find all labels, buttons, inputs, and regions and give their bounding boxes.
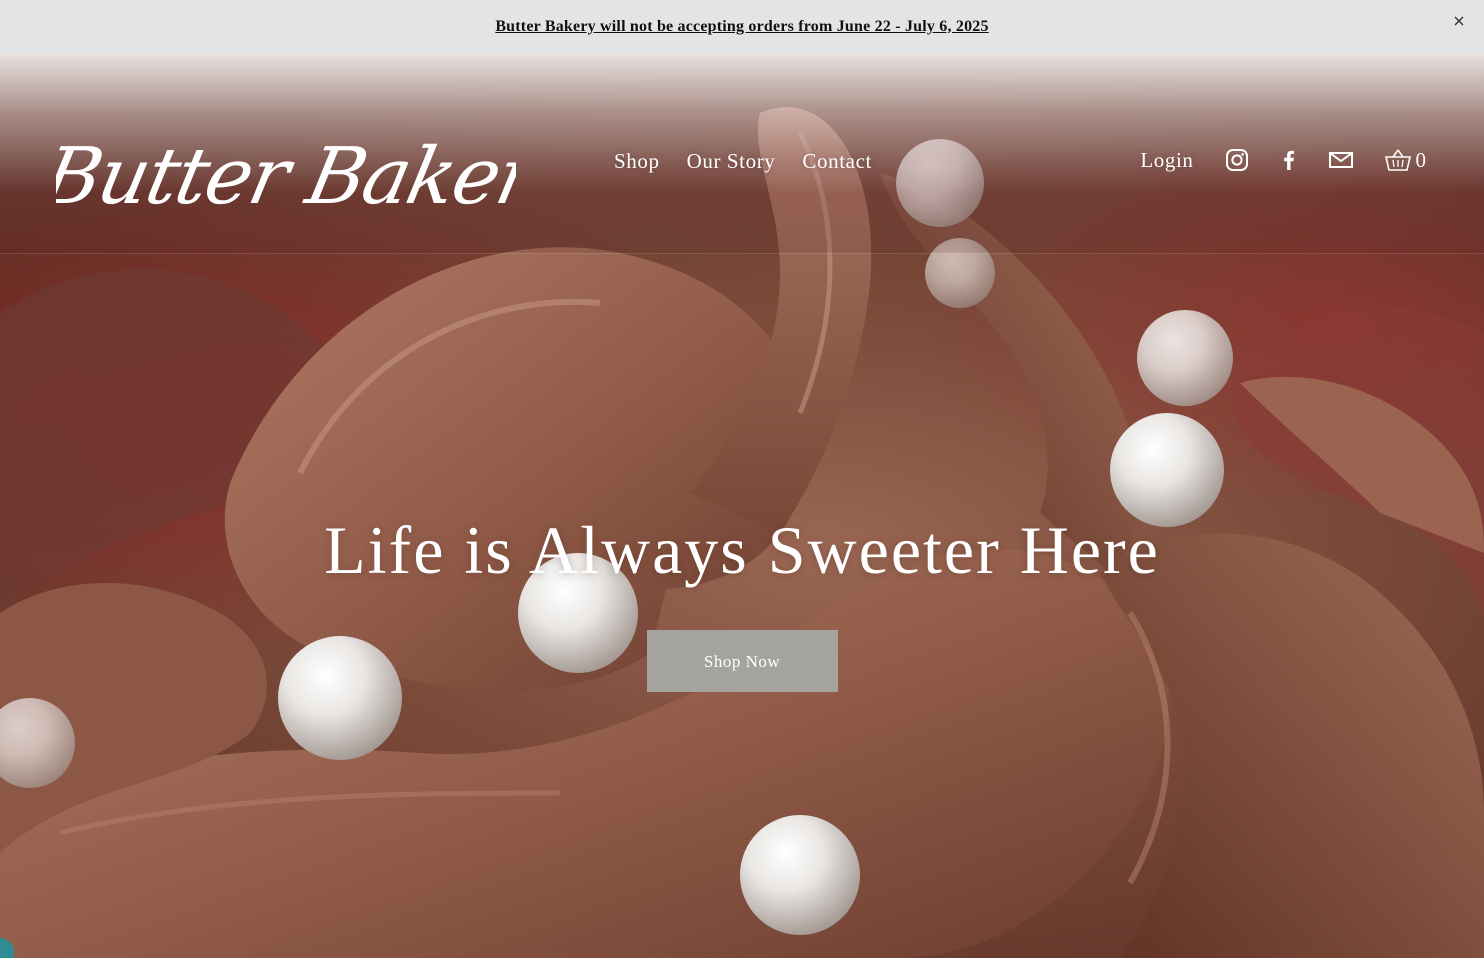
basket-icon <box>1384 147 1412 173</box>
svg-text:Butter Bakery: Butter Bakery <box>56 131 516 222</box>
email-icon[interactable] <box>1328 147 1354 173</box>
nav-our-story[interactable]: Our Story <box>687 149 776 174</box>
page: Butter Bakery will not be accepting orde… <box>0 0 1484 958</box>
nav-shop[interactable]: Shop <box>614 149 660 174</box>
nav-contact[interactable]: Contact <box>802 149 872 174</box>
announcement-link[interactable]: Butter Bakery will not be accepting orde… <box>495 18 988 36</box>
facebook-icon[interactable] <box>1276 147 1302 173</box>
instagram-icon[interactable] <box>1224 147 1250 173</box>
main-nav: Shop Our Story Contact <box>614 149 872 174</box>
shop-now-button[interactable]: Shop Now <box>646 629 838 692</box>
brand-logo[interactable]: Butter Bakery <box>33 103 589 228</box>
hero-title: Life is Always Sweeter Here <box>324 512 1160 588</box>
hero-content: Life is Always Sweeter Here Shop Now <box>0 513 1484 692</box>
announcement-bar: Butter Bakery will not be accepting orde… <box>0 0 1484 53</box>
cart-button[interactable]: 0 <box>1384 147 1427 173</box>
login-link[interactable]: Login <box>1140 148 1193 173</box>
cart-count: 0 <box>1415 147 1427 172</box>
header-actions: Login 0 <box>1140 147 1426 173</box>
site-header: Butter Bakery Shop Our Story Contact Log… <box>0 53 1484 253</box>
close-icon[interactable] <box>1450 12 1468 30</box>
header-divider <box>0 253 1484 254</box>
